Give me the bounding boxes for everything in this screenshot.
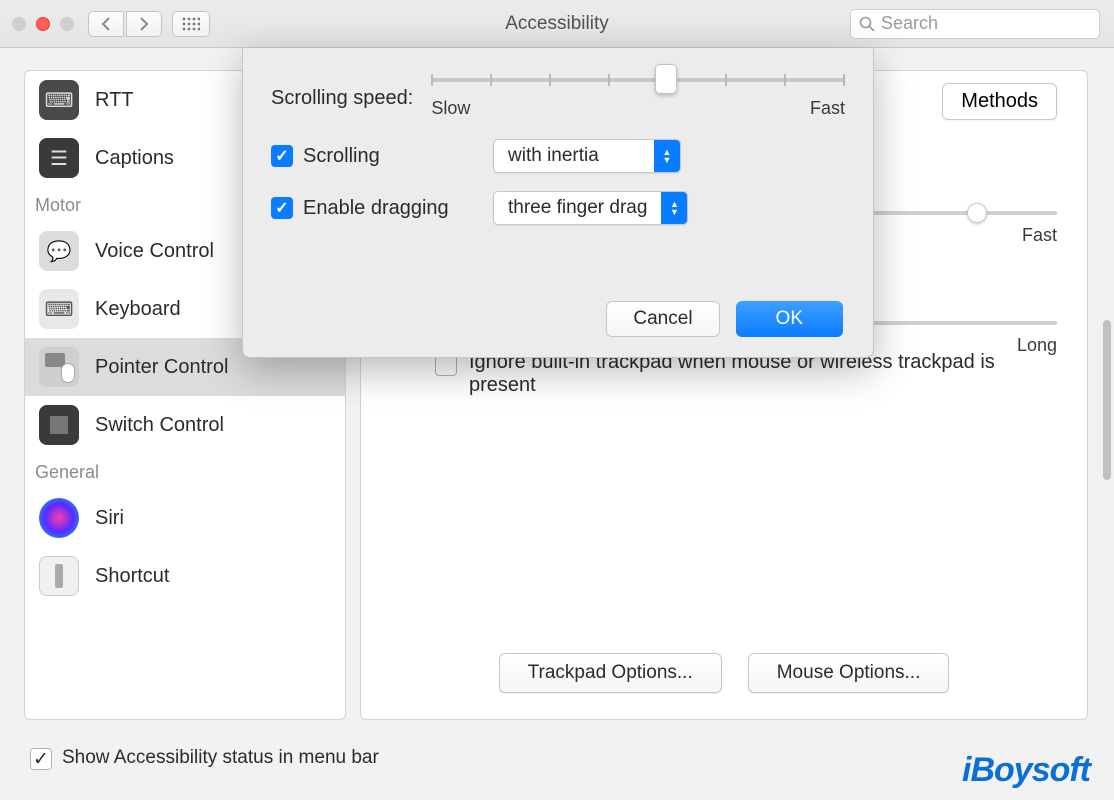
sidebar-item-label: Keyboard [95, 298, 181, 321]
sidebar-item-shortcut[interactable]: Shortcut [25, 547, 345, 605]
sidebar-item-siri[interactable]: Siri [25, 489, 345, 547]
sidebar-section-general: General [25, 454, 345, 489]
sidebar-item-label: Voice Control [95, 240, 214, 263]
enable-dragging-label: Enable dragging [303, 197, 483, 220]
chevron-updown-icon: ▲▼ [661, 192, 687, 224]
traffic-lights [12, 17, 74, 31]
watermark: iBoysoft [962, 751, 1090, 790]
rtt-icon: ⌨ [39, 80, 79, 120]
ok-button[interactable]: OK [736, 301, 843, 337]
mouse-options-button[interactable]: Mouse Options... [748, 653, 950, 693]
cancel-button[interactable]: Cancel [606, 301, 719, 337]
switch-control-icon [39, 405, 79, 445]
sidebar-item-label: Shortcut [95, 565, 169, 588]
tab-methods[interactable]: Methods [942, 83, 1057, 120]
trackpad-options-button[interactable]: Trackpad Options... [499, 653, 722, 693]
trackpad-options-sheet: Scrolling speed: Slow Fast ✓ Scrolling w… [242, 48, 874, 358]
nav-buttons [88, 11, 162, 37]
close-window-button[interactable] [12, 17, 26, 31]
search-field[interactable]: Search [850, 9, 1100, 39]
voice-control-icon: 💬 [39, 231, 79, 271]
dragging-mode-popup[interactable]: three finger drag ▲▼ [493, 191, 688, 225]
sidebar-item-label: RTT [95, 89, 134, 112]
scrolling-mode-popup[interactable]: with inertia ▲▼ [493, 139, 681, 173]
pointer-control-icon [39, 347, 79, 387]
sidebar-item-label: Pointer Control [95, 356, 228, 379]
search-placeholder: Search [881, 13, 938, 34]
fast-label: Fast [810, 98, 845, 119]
show-all-button[interactable] [172, 11, 210, 37]
chevron-updown-icon: ▲▼ [654, 140, 680, 172]
show-accessibility-status-row: ✓ Show Accessibility status in menu bar [30, 745, 379, 770]
back-button[interactable] [88, 11, 124, 37]
scrolling-label: Scrolling [303, 145, 483, 168]
shortcut-icon [39, 556, 79, 596]
sidebar-item-label: Captions [95, 147, 174, 170]
sidebar-item-switch-control[interactable]: Switch Control [25, 396, 345, 454]
show-accessibility-status-label: Show Accessibility status in menu bar [62, 747, 379, 769]
sidebar-scrollbar[interactable] [1102, 70, 1112, 710]
enable-dragging-checkbox[interactable]: ✓ [271, 197, 293, 219]
titlebar: Accessibility Search [0, 0, 1114, 48]
zoom-window-button[interactable] [60, 17, 74, 31]
sidebar-item-label: Switch Control [95, 414, 224, 437]
sidebar-item-label: Siri [95, 507, 124, 530]
search-icon [859, 16, 875, 32]
siri-icon [39, 498, 79, 538]
show-accessibility-status-checkbox[interactable]: ✓ [30, 748, 52, 770]
forward-button[interactable] [126, 11, 162, 37]
keyboard-icon: ⌨ [39, 289, 79, 329]
scrolling-speed-label: Scrolling speed: [271, 87, 413, 110]
window-title: Accessibility [505, 13, 608, 35]
captions-icon: ☰ [39, 138, 79, 178]
scrolling-checkbox[interactable]: ✓ [271, 145, 293, 167]
scrolling-speed-slider[interactable] [431, 78, 845, 82]
slow-label: Slow [431, 98, 470, 119]
minimize-window-button[interactable] [36, 17, 50, 31]
